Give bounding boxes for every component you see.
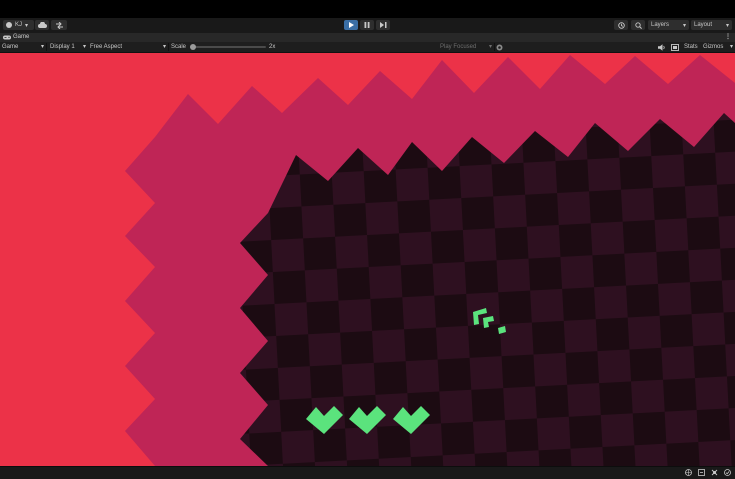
more-options-icon[interactable]: ⋮ [725,33,731,42]
chevron-down-icon: ▾ [682,22,686,29]
scale-value: 2x [269,44,276,50]
aspect-label: Free Aspect [90,44,123,50]
display-label: Display 1 [50,44,75,50]
step-button[interactable] [376,20,390,30]
account-label: KJ [15,22,23,28]
chevron-down-icon: ▾ [25,22,29,29]
build-icon[interactable] [698,469,705,476]
check-icon[interactable] [724,469,731,476]
main-toolbar: KJ ▾ Layers ▾ Layout ▾ [0,18,735,33]
stats-button[interactable]: Stats [684,42,698,52]
play-mode-dropdown[interactable]: Play Focused ▾ [440,42,492,52]
play-mode-label: Play Focused [440,44,477,50]
tab-bar: Game ⋮ [0,33,735,42]
debug-icon[interactable] [711,469,718,476]
version-control-icon [55,21,63,29]
view-mode-label: Game [2,44,19,50]
layers-label: Layers [651,22,670,28]
gizmos-label: Gizmos [703,44,724,50]
pause-icon [364,22,370,28]
tab-game[interactable]: Game [3,33,29,42]
scale-slider[interactable] [190,44,266,50]
cloud-icon [37,22,47,28]
scale-slider-handle[interactable] [190,44,196,50]
cloud-button[interactable] [35,20,49,30]
history-icon [617,21,625,29]
search-icon [634,21,642,29]
history-button[interactable] [614,20,628,30]
divider [494,43,495,51]
scale-label: Scale [171,44,187,50]
game-canvas[interactable] [0,53,735,466]
chevron-down-icon: ▾ [725,22,729,29]
account-icon [6,22,12,28]
chevron-down-icon: ▾ [488,44,492,50]
tab-game-label: Game [13,34,30,40]
layout-label: Layout [694,22,713,28]
chevron-down-icon: ▾ [82,44,86,50]
account-dropdown[interactable]: KJ ▾ [3,20,34,30]
chevron-down-icon: ▾ [162,44,166,50]
display-settings-button[interactable] [671,44,679,51]
display-dropdown[interactable]: Display 1 ▾ [50,42,86,52]
pause-button[interactable] [360,20,374,30]
network-icon[interactable] [685,469,692,476]
chevron-down-icon: ▾ [729,44,733,50]
gizmos-dropdown[interactable]: Gizmos ▾ [703,42,733,52]
collab-button[interactable] [51,20,67,30]
divider [46,43,47,51]
divider [168,43,169,51]
game-view-controls: Game ▾ Display 1 ▾ Free Aspect ▾ Scale 2… [0,42,735,53]
layers-dropdown[interactable]: Layers ▾ [648,20,689,30]
search-button[interactable] [631,20,645,30]
speaker-icon [658,44,665,51]
gamepad-icon [3,35,11,40]
game-view[interactable] [0,53,735,466]
play-icon [349,22,354,28]
step-icon [379,22,386,28]
layout-dropdown[interactable]: Layout ▾ [691,20,732,30]
status-bar [0,466,735,479]
window-top-bar [0,0,735,18]
display-icon [671,44,679,51]
mute-audio-button[interactable] [658,44,666,51]
chevron-down-icon: ▾ [40,44,44,50]
play-button[interactable] [344,20,358,30]
frame-debugger-button[interactable] [496,44,503,51]
view-mode-dropdown[interactable]: Game ▾ [2,42,44,52]
aspect-dropdown[interactable]: Free Aspect ▾ [90,42,166,52]
target-icon [496,44,503,51]
